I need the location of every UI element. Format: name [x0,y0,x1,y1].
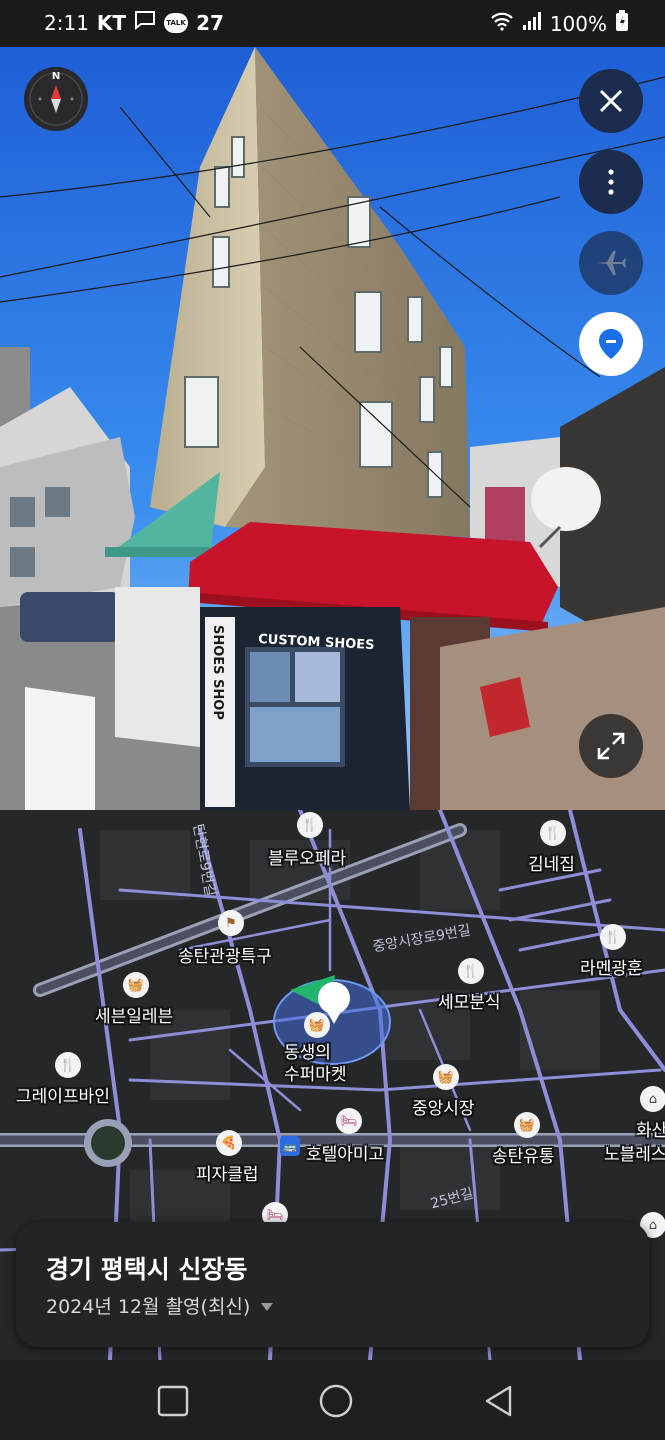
shopping-icon[interactable]: 🧺 [514,1112,540,1138]
home-button[interactable] [313,1378,359,1424]
more-options-button[interactable] [579,150,643,214]
wifi-icon [490,11,514,36]
poi-label[interactable]: 세븐일레븐 [95,1002,173,1027]
poi-label[interactable]: 화산 [636,1116,665,1141]
location-pin-icon [599,329,623,359]
battery-icon [615,10,629,37]
hotel-icon[interactable]: 🛏 [336,1108,362,1134]
location-title: 경기 평택시 신장동 [46,1255,248,1284]
poi-label[interactable]: 블루오페라 [268,844,346,869]
poi-label[interactable]: 중앙시장 [412,1094,475,1119]
carrier-label: KT [96,10,127,35]
svg-text:N: N [52,71,60,82]
compass-icon: N [29,71,83,126]
expand-button[interactable] [579,714,643,778]
status-bar: 2:11 KT TALK 27 100% [0,0,665,47]
restaurant-icon[interactable]: 🍴 [297,812,323,838]
signal-icon [522,11,542,36]
street-view-image: CUSTOM SHOES SHOES SHOP [0,47,665,810]
home-icon [319,1384,353,1418]
poi-label[interactable]: 피자클럽 [196,1160,259,1185]
pizza-icon[interactable]: 🍕 [216,1130,242,1156]
location-pin-button[interactable] [579,312,643,376]
poi-label[interactable]: 송탄관광특구 [178,942,272,967]
shopping-icon[interactable]: 🧺 [304,1012,330,1038]
poi-label[interactable]: 김네집 [528,850,575,875]
poi-label[interactable]: 노블레스 [604,1140,665,1165]
building-icon[interactable]: ⌂ [640,1086,665,1112]
battery-label: 100% [549,11,607,36]
poi-label[interactable]: 동생의 수퍼마켓 [284,1042,347,1086]
location-info-card[interactable]: 경기 평택시 신장동 2024년 12월 촬영(최신) [16,1222,649,1347]
notification-count: 27 [196,10,224,35]
poi-label[interactable]: 호텔아미고 [306,1140,384,1165]
poi-label[interactable]: 라멘광훈 [580,954,643,979]
more-vert-icon [608,169,614,195]
flag-icon[interactable]: ⚑ [218,910,244,936]
clock: 2:11 [44,10,89,35]
flight-button[interactable] [579,231,643,295]
back-icon [485,1385,512,1417]
system-navigation-bar [0,1360,665,1440]
close-button[interactable] [579,69,643,133]
restaurant-icon[interactable]: 🍴 [600,924,626,950]
street-view-panorama[interactable]: CUSTOM SHOES SHOES SHOP N [0,47,665,810]
restaurant-icon[interactable]: 🍴 [458,958,484,984]
recent-apps-icon [157,1385,189,1417]
message-icon [134,10,156,35]
close-icon [599,89,623,113]
airplane-icon [597,251,626,275]
shopping-icon[interactable]: 🧺 [433,1064,459,1090]
recent-apps-button[interactable] [150,1378,196,1424]
shopping-icon[interactable]: 🧺 [123,972,149,998]
expand-icon [597,732,625,760]
capture-date-label: 2024년 12월 촬영(최신) [46,1296,251,1318]
kakaotalk-icon: TALK [164,12,189,33]
restaurant-icon[interactable]: 🍴 [55,1052,81,1078]
restaurant-icon[interactable]: 🍴 [540,820,566,846]
capture-date-dropdown[interactable]: 2024년 12월 촬영(최신) [46,1292,274,1319]
bus-stop-icon[interactable]: 🚌 [280,1136,300,1156]
back-button[interactable] [476,1378,522,1424]
dropdown-arrow-icon [260,1295,274,1317]
shoes-shop-sign: SHOES SHOP [210,625,225,720]
poi-label[interactable]: 세모분식 [438,988,501,1013]
poi-label[interactable]: 송탄유통 [492,1142,555,1167]
compass-button[interactable]: N [24,67,88,131]
poi-label[interactable]: 그레이프바인 [16,1082,110,1107]
